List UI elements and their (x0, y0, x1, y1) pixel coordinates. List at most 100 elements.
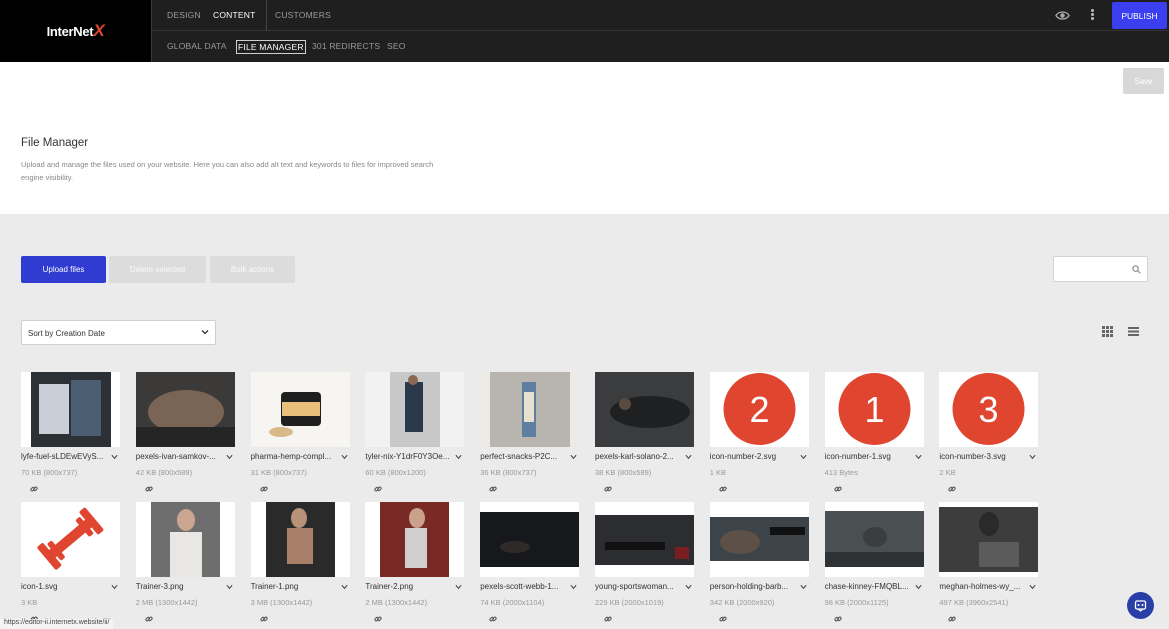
file-thumbnail[interactable] (709, 502, 809, 577)
nav-global-data[interactable]: GLOBAL DATA (167, 41, 227, 51)
grid-view-icon[interactable] (1102, 326, 1113, 337)
copy-link-icon[interactable] (948, 615, 957, 623)
copy-link-icon[interactable] (259, 615, 268, 623)
bulk-actions-button[interactable]: Bulk actions (210, 256, 295, 283)
file-thumbnail[interactable] (135, 372, 235, 447)
file-thumbnail[interactable] (595, 502, 694, 577)
file-thumbnail[interactable] (824, 502, 924, 577)
chevron-down-icon[interactable] (570, 584, 577, 590)
publish-button[interactable]: PUBLISH (1112, 2, 1167, 29)
primary-nav: DESIGN CONTENT CUSTOMERS PUBLISH (152, 0, 1169, 31)
file-thumbnail[interactable] (250, 502, 350, 577)
copy-link-icon[interactable] (719, 485, 727, 493)
copy-link-icon[interactable] (604, 485, 612, 493)
chevron-down-icon[interactable] (800, 584, 807, 590)
chevron-down-icon[interactable] (111, 454, 118, 460)
nav-301-redirects[interactable]: 301 REDIRECTS (312, 41, 380, 51)
copy-link-icon[interactable] (374, 615, 383, 623)
file-thumbnail[interactable] (939, 502, 1039, 577)
file-name: chase-kinney-FMQBL... (824, 582, 909, 591)
file-name: pexels-scott-webb-1... (480, 582, 559, 591)
nav-file-manager[interactable]: FILE MANAGER (236, 40, 306, 54)
nav-seo[interactable]: SEO (387, 41, 406, 51)
copy-link-icon[interactable] (489, 485, 497, 493)
nav-design[interactable]: DESIGN (167, 10, 201, 20)
file-meta: 3 MB (1300x1442) (250, 598, 313, 607)
copy-link-icon[interactable] (948, 485, 957, 493)
file-meta: 74 KB (2000x1104) (480, 598, 545, 607)
chevron-down-icon[interactable] (341, 454, 348, 460)
file-name: tyler-nix-Y1drF0Y3Oe... (365, 452, 450, 461)
file-name: pexels-ivan-samkov-... (135, 452, 216, 461)
chevron-down-icon[interactable] (570, 454, 577, 460)
copy-link-icon[interactable] (30, 485, 38, 493)
chevron-down-icon[interactable] (915, 454, 922, 460)
chevron-down-icon[interactable] (226, 584, 233, 590)
file-name: Trainer-3.png (135, 582, 184, 591)
file-thumbnail[interactable] (21, 372, 120, 447)
help-widget-button[interactable] (1127, 592, 1154, 619)
page-title: File Manager (21, 137, 89, 149)
file-meta: 497 KB (3960x2541) (939, 598, 1009, 607)
file-thumbnail[interactable] (480, 502, 580, 577)
copy-link-icon[interactable] (604, 615, 612, 623)
copy-link-icon[interactable] (374, 485, 383, 493)
nav-customers[interactable]: CUSTOMERS (275, 10, 331, 20)
status-url: https://editor-ii.internetx.website/ii/ (0, 619, 114, 629)
preview-eye-icon[interactable] (1055, 9, 1070, 22)
chevron-down-icon[interactable] (1029, 584, 1036, 590)
copy-link-icon[interactable] (145, 615, 153, 623)
chevron-down-icon[interactable] (226, 454, 233, 460)
svg-text:3: 3 (979, 389, 999, 430)
chevron-down-icon[interactable] (111, 584, 118, 590)
secondary-nav: GLOBAL DATA FILE MANAGER 301 REDIRECTS S… (152, 31, 1169, 62)
copy-link-icon[interactable] (719, 615, 727, 623)
nav-content[interactable]: CONTENT (213, 10, 255, 20)
file-thumbnail[interactable] (21, 502, 120, 577)
copy-link-icon[interactable] (489, 615, 497, 623)
file-thumbnail[interactable] (480, 372, 580, 447)
file-name: lyfe-fuel-sLDEwEVyS... (21, 452, 104, 461)
copy-link-icon[interactable] (259, 485, 268, 493)
more-menu-icon[interactable] (1088, 8, 1096, 23)
chevron-down-icon[interactable] (685, 584, 692, 590)
file-thumbnail[interactable]: 3 (939, 372, 1039, 447)
sort-select[interactable]: Sort by Creation Date (21, 320, 216, 345)
copy-link-icon[interactable] (833, 485, 842, 493)
chevron-down-icon[interactable] (685, 454, 692, 460)
chevron-down-icon[interactable] (455, 584, 462, 590)
file-name: young-sportswoman... (595, 582, 674, 591)
file-meta: 342 KB (2000x920) (709, 598, 775, 607)
file-name: icon-number-1.svg (824, 452, 891, 461)
svg-text:2: 2 (749, 389, 769, 430)
file-thumbnail[interactable] (365, 502, 465, 577)
chevron-down-icon[interactable] (455, 454, 462, 460)
search-icon (1132, 265, 1141, 274)
file-meta: 1 KB (709, 468, 727, 477)
file-meta: 2 MB (1300x1442) (135, 598, 198, 607)
search-input[interactable] (1053, 256, 1148, 282)
file-thumbnail[interactable]: 2 (709, 372, 809, 447)
file-thumbnail[interactable] (365, 372, 465, 447)
file-thumbnail[interactable] (595, 372, 694, 447)
chevron-down-icon[interactable] (1029, 454, 1036, 460)
chevron-down-icon[interactable] (800, 454, 807, 460)
upload-files-button[interactable]: Upload files (21, 256, 106, 283)
file-name: icon-number-2.svg (709, 452, 777, 461)
delete-selected-button[interactable]: Delete selected (109, 256, 206, 283)
save-button[interactable]: Save (1123, 68, 1164, 94)
list-view-icon[interactable] (1128, 326, 1139, 337)
file-thumbnail[interactable]: 1 (824, 372, 924, 447)
chevron-down-icon[interactable] (915, 584, 922, 590)
copy-link-icon[interactable] (145, 485, 153, 493)
chevron-down-icon[interactable] (341, 584, 348, 590)
support-bot-icon (1134, 600, 1147, 612)
top-bar: InterNet X DESIGN CONTENT CUSTOMERS PUBLI… (0, 0, 1169, 62)
page-description: Upload and manage the files used on your… (21, 160, 434, 182)
copy-link-icon[interactable] (833, 615, 842, 623)
file-name: Trainer-2.png (365, 582, 414, 591)
file-thumbnail[interactable] (135, 502, 235, 577)
file-thumbnail[interactable] (250, 372, 350, 447)
file-meta: 31 KB (800x737) (250, 468, 307, 477)
brand-logo[interactable]: InterNet X (0, 0, 151, 62)
